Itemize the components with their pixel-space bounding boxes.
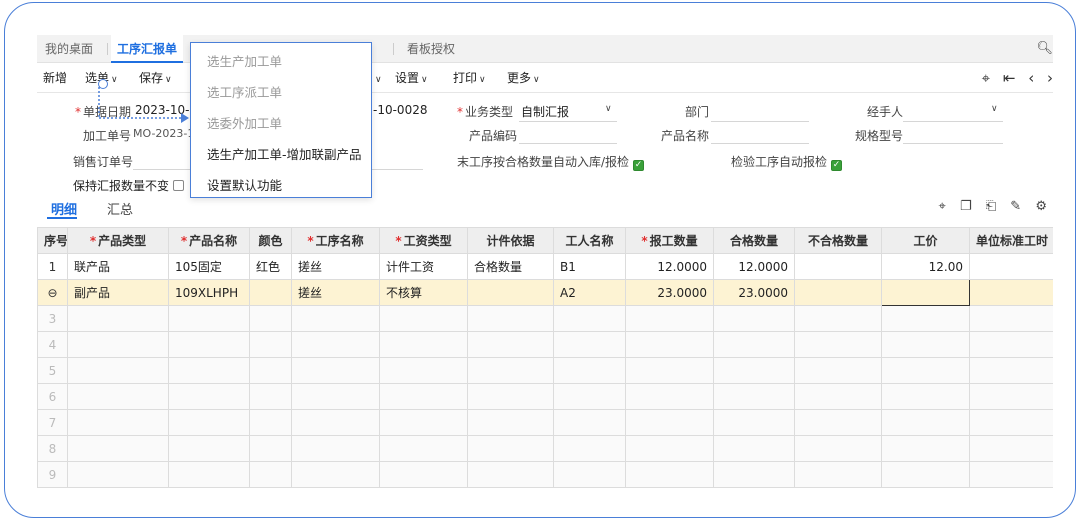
- menu-item-select-production-order[interactable]: 选生产加工单: [207, 51, 282, 71]
- menu-item-select-order-add-coproducts[interactable]: 选生产加工单-增加联副产品: [207, 144, 362, 164]
- menu-item-select-outsource-order[interactable]: 选委外加工单: [207, 113, 282, 133]
- annotation-arrow: [98, 87, 189, 123]
- screenshot-frame: 我的桌面 工序汇报单 看板授权 🔍︎ 新增 选单 ∨ 保存 ∨ ∨ 设置 ∨ 打印 ∨ …: [4, 2, 1076, 518]
- menu-item-set-default[interactable]: 设置默认功能: [207, 175, 282, 195]
- menu-item-select-dispatch-order[interactable]: 选工序派工单: [207, 82, 282, 102]
- annotation-dot: [98, 79, 108, 89]
- select-bill-dropdown: 选生产加工单 选工序派工单 选委外加工单 选生产加工单-增加联副产品 设置默认功…: [190, 42, 372, 198]
